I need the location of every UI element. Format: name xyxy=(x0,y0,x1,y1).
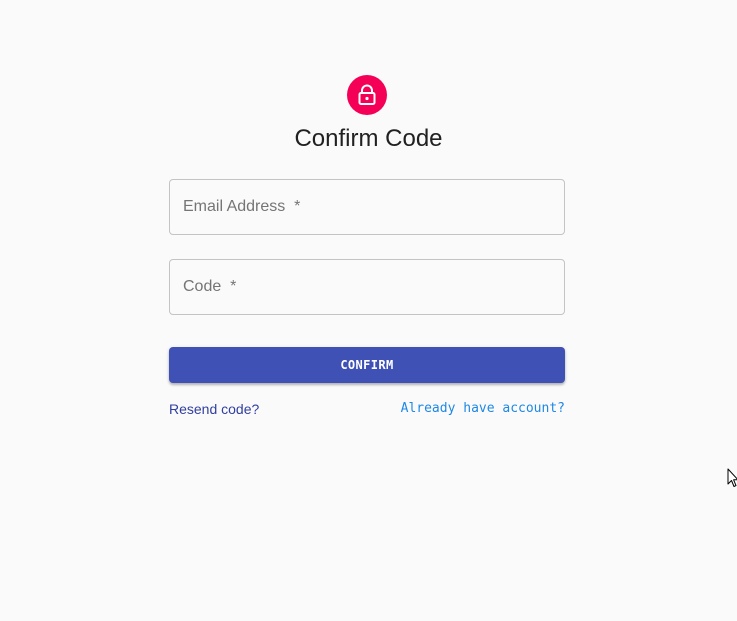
email-input[interactable] xyxy=(170,180,564,234)
confirm-code-page: Confirm Code CONFIRM Resend code? Alread… xyxy=(0,0,737,621)
resend-code-link[interactable]: Resend code? xyxy=(169,401,259,417)
mouse-pointer-icon xyxy=(727,468,737,488)
lock-icon xyxy=(357,84,377,106)
confirm-button[interactable]: CONFIRM xyxy=(169,347,565,383)
code-input[interactable] xyxy=(170,260,564,314)
code-field[interactable] xyxy=(169,259,565,315)
already-have-account-link[interactable]: Already have account? xyxy=(401,401,565,417)
email-field[interactable] xyxy=(169,179,565,235)
lock-avatar xyxy=(347,75,387,115)
page-title: Confirm Code xyxy=(294,125,443,152)
